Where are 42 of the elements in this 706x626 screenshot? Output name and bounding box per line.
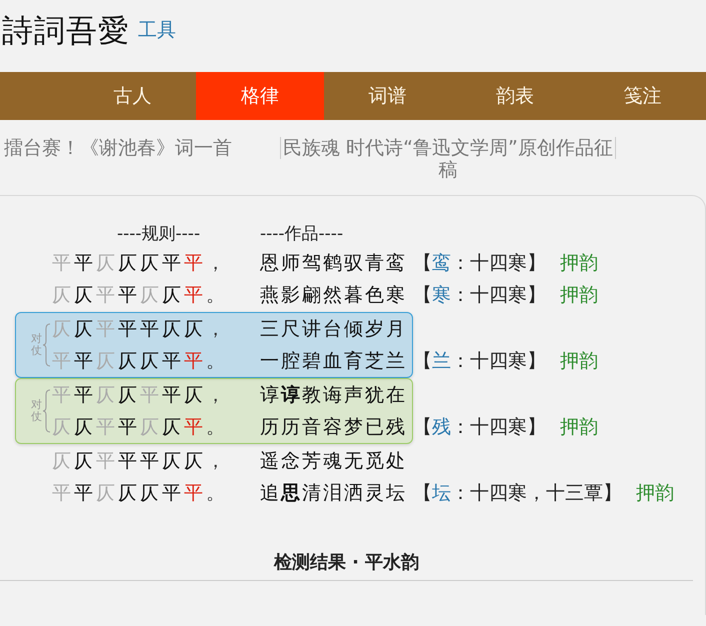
result-heading: 检测结果 · 平水韵 xyxy=(0,550,693,581)
rule-heading: ----规则---- xyxy=(117,222,202,244)
nav-tab[interactable]: 韵表 xyxy=(451,72,579,120)
tone-pattern: 平平 仄 仄 仄平平。 xyxy=(52,349,229,374)
rhyme-note: 【寒：十四寒】 xyxy=(413,283,546,308)
tone-pattern: 平平 仄 仄 仄平平， xyxy=(52,251,229,276)
poem-line: 恩师驾鹤驭青鸾 xyxy=(260,251,407,276)
rhyme-note: 【兰：十四寒】 xyxy=(413,349,546,374)
poem-line: 谆谆教诲声犹在 xyxy=(260,383,407,408)
poem-line: 追思清泪洒灵坛 xyxy=(260,481,407,506)
tone-pattern: 平平 仄 仄 仄平平。 xyxy=(52,481,229,506)
poem-line: 一腔碧血育芝兰 xyxy=(260,349,407,374)
parallelism-label: 对仗 xyxy=(31,398,42,424)
poem-line: 历历音容梦已残 xyxy=(260,415,407,440)
parallelism-label: 对仗 xyxy=(31,332,42,358)
nav-tab[interactable]: 词谱 xyxy=(324,72,452,120)
poem-line: 燕影翩然暮色寒 xyxy=(260,283,407,308)
tone-pattern: 平平 仄 仄平平 仄， xyxy=(52,383,229,408)
news-link[interactable]: 擂台赛！《谢池春》词一首 xyxy=(4,137,232,159)
nav-tab[interactable]: 笺注 xyxy=(578,72,706,120)
brace-icon xyxy=(42,389,51,433)
tone-pattern: 仄 仄平平平 仄 仄， xyxy=(52,449,229,474)
rhyme-status: 押韵 xyxy=(560,283,598,308)
tone-pattern: 仄 仄平平平 仄 仄， xyxy=(52,317,229,342)
nav-tab[interactable]: 古人 xyxy=(69,72,196,120)
rhyme-status: 押韵 xyxy=(560,415,598,440)
site-logo[interactable]: 詩詞吾愛 xyxy=(2,10,130,52)
poem-line: 三尺讲台倾岁月 xyxy=(260,317,407,342)
rhyme-status: 押韵 xyxy=(636,481,674,506)
tools-link[interactable]: 工具 xyxy=(138,17,176,43)
rhyme-status: 押韵 xyxy=(560,251,598,276)
rhyme-note: 【鸾：十四寒】 xyxy=(413,251,546,276)
work-heading: ----作品---- xyxy=(260,222,344,244)
rhyme-note: 【残：十四寒】 xyxy=(413,415,546,440)
tone-pattern: 仄 仄平平 仄 仄平。 xyxy=(52,415,229,440)
news-link[interactable]: 民族魂 时代诗“鲁迅文学周”原创作品征稿 xyxy=(283,137,613,181)
poem-line: 遥念芳魂无觅处 xyxy=(260,449,407,474)
rhyme-status: 押韵 xyxy=(560,349,598,374)
brace-icon xyxy=(42,323,51,367)
nav-tab[interactable]: 格律 xyxy=(196,72,324,120)
tone-pattern: 仄 仄平平 仄 仄平。 xyxy=(52,283,229,308)
rhyme-note: 【坛：十四寒，十三覃】 xyxy=(413,481,622,506)
